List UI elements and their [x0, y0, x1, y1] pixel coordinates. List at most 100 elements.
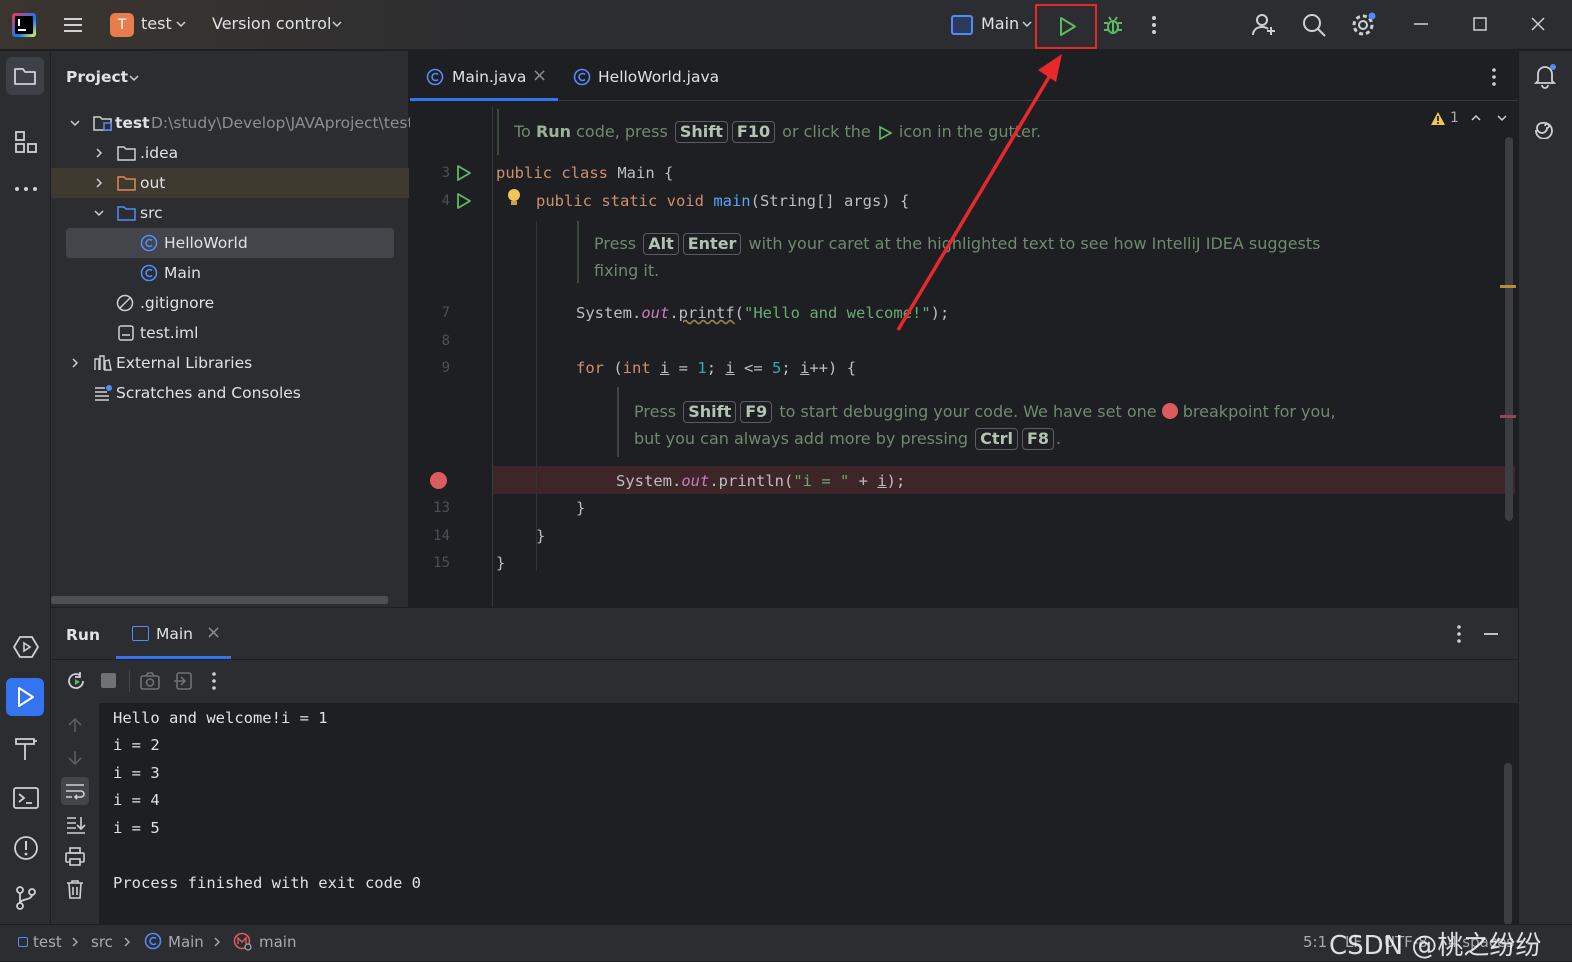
tree-item-idea[interactable]: .idea [51, 138, 409, 168]
dump-threads-camera-icon[interactable] [139, 670, 161, 692]
project-tool-icon[interactable] [6, 57, 44, 95]
search-icon[interactable] [1301, 12, 1327, 38]
tree-item-external-libraries[interactable]: External Libraries [51, 348, 409, 378]
terminal-tool-icon[interactable] [12, 784, 40, 812]
breakpoint-icon[interactable] [430, 472, 447, 489]
tree-item-test-root[interactable]: test D:\study\Develop\JAVAproject\test [51, 108, 414, 138]
warning-count[interactable]: 1 [1450, 110, 1459, 126]
exit-icon[interactable] [173, 670, 195, 692]
chevron-right-icon[interactable] [93, 177, 105, 189]
settings-gear-icon[interactable] [1350, 12, 1376, 38]
maximize-button[interactable] [1470, 14, 1490, 34]
breadcrumb-method[interactable]: main [259, 933, 296, 951]
warning-icon[interactable] [1430, 111, 1446, 126]
console-line: Process finished with exit code 0 [113, 874, 421, 892]
code-line-4[interactable]: public static void main(String[] args) { [536, 192, 909, 210]
project-name[interactable]: test [141, 14, 172, 33]
chevron-down-icon[interactable] [331, 18, 343, 30]
code-line-12[interactable]: System.out.println("i = " + i); [616, 472, 905, 490]
soft-wrap-icon[interactable] [61, 777, 89, 805]
gutter-run-icon[interactable] [454, 164, 472, 182]
more-tools-icon[interactable] [13, 181, 39, 197]
add-user-icon[interactable] [1251, 12, 1277, 38]
tree-item-helloworld[interactable]: HelloWorld [66, 228, 394, 258]
editor-vertical-scrollbar[interactable] [1505, 137, 1513, 521]
project-badge[interactable]: T [110, 13, 134, 37]
clear-trash-icon[interactable] [64, 878, 86, 900]
rerun-icon[interactable] [65, 670, 87, 692]
tree-item-scratches[interactable]: Scratches and Consoles [51, 378, 409, 408]
breadcrumb-test[interactable]: test [33, 933, 62, 951]
more-actions-icon[interactable] [1146, 14, 1162, 36]
main-menu-icon[interactable] [62, 14, 84, 36]
lightbulb-icon[interactable] [506, 188, 522, 208]
chevron-down-icon[interactable] [175, 18, 187, 30]
chevron-down-icon[interactable] [69, 117, 81, 129]
chevron-down-icon[interactable] [93, 207, 105, 219]
run-config-selector[interactable]: Main [981, 14, 1019, 33]
scroll-up-icon[interactable] [65, 715, 85, 735]
services-tool-icon[interactable] [12, 634, 40, 660]
debug-icon[interactable] [1101, 13, 1125, 37]
tree-item-src[interactable]: src [51, 198, 409, 228]
structure-tool-icon[interactable] [13, 129, 39, 155]
git-branch-icon[interactable] [12, 884, 40, 912]
tabs-more-icon[interactable] [1486, 67, 1502, 87]
print-icon[interactable] [64, 845, 86, 867]
chevron-down-icon[interactable] [1496, 112, 1508, 124]
stop-icon[interactable] [101, 673, 116, 688]
tab-close-icon[interactable]: × [532, 65, 547, 86]
intellij-logo-icon[interactable] [12, 13, 36, 37]
breadcrumb-main[interactable]: Main [168, 933, 204, 951]
code-line-13[interactable]: } [576, 499, 585, 517]
tab-helloworld-java[interactable]: HelloWorld.java [560, 51, 730, 101]
ai-assistant-spiral-icon[interactable] [1532, 113, 1558, 139]
tree-item-gitignore[interactable]: .gitignore [51, 288, 409, 318]
code-line-3[interactable]: public class Main { [496, 164, 673, 182]
run-toolbar-more-icon[interactable] [206, 670, 222, 692]
gutter-run-icon[interactable] [454, 192, 472, 210]
library-icon [93, 354, 113, 372]
java-class-icon [144, 932, 162, 950]
breadcrumb-src[interactable]: src [91, 933, 113, 951]
run-tab-close-icon[interactable]: × [206, 622, 221, 643]
tree-label: Scratches and Consoles [116, 384, 301, 402]
caret-position[interactable]: 5:1 [1303, 933, 1327, 951]
tree-item-main[interactable]: Main [51, 258, 409, 288]
vcs-menu[interactable]: Version control [212, 14, 331, 33]
iml-file-icon [117, 324, 135, 342]
chevron-up-icon[interactable] [1470, 112, 1482, 124]
chevron-right-icon[interactable] [93, 147, 105, 159]
chevron-right-icon[interactable] [69, 357, 81, 369]
run-panel-more-icon[interactable] [1451, 624, 1467, 644]
tree-item-out[interactable]: out [51, 168, 409, 198]
run-tab-main[interactable]: Main × [116, 608, 231, 659]
project-horizontal-scrollbar[interactable] [51, 596, 388, 604]
chevron-right-icon [70, 936, 80, 948]
project-panel-title[interactable]: Project [66, 68, 128, 86]
code-line-14[interactable]: } [536, 527, 545, 545]
chevron-down-icon[interactable] [1021, 18, 1033, 30]
breakpoint-marker[interactable] [1500, 415, 1516, 418]
close-window-button[interactable] [1528, 14, 1548, 34]
warning-marker[interactable] [1500, 285, 1516, 288]
run-config-icon[interactable] [951, 15, 973, 35]
problems-tool-icon[interactable] [12, 834, 40, 862]
minimize-button[interactable] [1411, 14, 1431, 34]
scroll-down-icon[interactable] [65, 748, 85, 768]
hide-panel-icon[interactable] [1482, 624, 1500, 644]
run-tool-icon[interactable] [6, 678, 44, 716]
console-vertical-scrollbar[interactable] [1504, 763, 1512, 925]
scroll-to-end-icon[interactable] [64, 813, 86, 835]
line-number: 7 [441, 305, 450, 321]
tree-item-test-iml[interactable]: test.iml [51, 318, 409, 348]
line-number: 14 [433, 528, 450, 544]
chevron-down-icon[interactable] [128, 72, 140, 84]
notifications-bell-icon[interactable] [1532, 63, 1558, 89]
tab-main-java[interactable]: Main.java × [410, 51, 558, 101]
code-line-9[interactable]: for (int i = 1; i <= 5; i++) { [576, 359, 856, 377]
doc-comment-bar [577, 221, 579, 283]
code-line-15[interactable]: } [496, 554, 505, 572]
console-output[interactable]: Hello and welcome!i = 1 i = 2 i = 3 i = … [99, 703, 1518, 925]
build-hammer-icon[interactable] [12, 734, 40, 762]
